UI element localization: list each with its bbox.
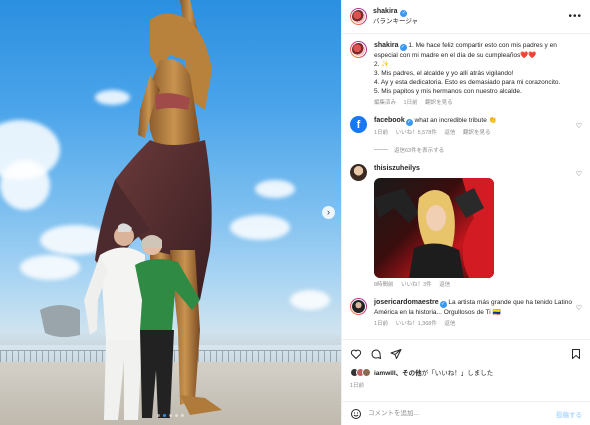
commenter-avatar[interactable] [350,164,367,181]
reply-button[interactable]: 返信 [444,321,455,327]
post-header: shakira ✓ バランキージャ ••• [342,0,590,34]
comment-input[interactable] [368,410,556,417]
post-comment-button[interactable]: 投稿する [556,409,582,419]
comment-time: 8時間前 [374,282,394,288]
more-options-icon[interactable]: ••• [568,11,582,22]
reply-button[interactable]: 返信 [444,130,455,136]
post-location[interactable]: バランキージャ [373,17,418,26]
post-side-panel: shakira ✓ バランキージャ ••• shakira ✓ 1. Me hac… [341,0,590,425]
comments-list[interactable]: shakira ✓ 1. Me hace feliz compartir esto… [342,34,590,339]
comment-username[interactable]: facebook [374,117,405,124]
verified-icon: ✓ [399,44,407,51]
bookmark-icon[interactable] [570,348,582,360]
see-translation-link[interactable]: 翻訳を見る [425,100,453,106]
caption-line: 5. Mis papitos y mis hermanos con nuestr… [374,88,522,95]
comment-likes[interactable]: いいね！3件 [401,282,432,288]
reply-button[interactable]: 返信 [439,282,450,288]
like-comment-icon[interactable]: ♡ [572,298,582,329]
post-image[interactable]: › [0,0,341,425]
comment-time: 1日前 [374,321,389,327]
like-comment-icon[interactable]: ♡ [572,116,582,138]
heart-icon[interactable] [350,348,362,360]
carousel-dot [169,414,172,417]
people-illustration [84,223,200,420]
comment-likes[interactable]: いいね！1,368件 [396,321,437,327]
comment-icon[interactable] [370,348,382,360]
caption-time: 1日前 [403,100,418,106]
next-image-button[interactable]: › [322,206,335,219]
caption: shakira ✓ 1. Me hace feliz compartir esto… [350,41,582,108]
gif-illustration [374,178,494,278]
carousel-dot [175,414,178,417]
liker-avatar[interactable] [362,367,371,377]
caption-line: 2. ✨ [374,61,390,68]
like-comment-icon[interactable]: ♡ [572,164,582,290]
author-avatar[interactable] [350,8,367,25]
carousel-dot [181,414,184,417]
carousel-dot-active [163,414,166,417]
comment: josericardomaestre ✓ La artista más grand… [350,298,582,329]
carousel-dots [0,414,341,417]
caption-username[interactable]: shakira [374,42,399,49]
verified-icon: ✓ [439,301,447,308]
comment-username[interactable]: josericardomaestre [374,299,439,306]
carousel-dot [157,414,160,417]
edited-label: 編集済み [374,100,397,106]
liked-by-link[interactable]: iamwill、その他 [374,370,422,377]
likes-summary: iamwill、その他が「いいね！」しました [350,367,582,377]
post-actions: iamwill、その他が「いいね！」しました 1日前 [342,339,590,389]
caption-avatar[interactable] [350,41,367,58]
view-replies-button[interactable]: 返信63件を表示する [374,146,582,154]
caption-line: 4. Ay y esta dedicatoria. Esto es demasi… [374,79,561,86]
verified-icon: ✓ [405,119,413,126]
emoji-icon[interactable] [350,408,362,420]
author-username[interactable]: shakira [373,8,398,15]
comment: thisiszuheilys 8時間前 いいね！3件 返信 ♡ [350,164,582,290]
facebook-logo-icon[interactable]: f [350,116,367,133]
comment-username[interactable]: thisiszuheilys [374,165,420,172]
verified-icon: ✓ [400,10,408,17]
see-translation-link[interactable]: 翻訳を見る [463,130,491,136]
share-icon[interactable] [390,348,402,360]
post-date: 1日前 [350,383,365,389]
liked-by-suffix: が「いいね！」しました [421,370,494,377]
commenter-avatar[interactable] [350,298,367,315]
comment-likes[interactable]: いいね！5,578件 [396,130,437,136]
comment-time: 1日前 [374,130,389,136]
comment-text: what an incredible tribute 👏 [414,117,497,124]
caption-line: 3. Mis padres, el alcalde y yo allí atrá… [374,70,514,77]
comment-gif-image[interactable] [374,178,494,278]
comment-composer: 投稿する [342,401,590,425]
comment: f facebook ✓ what an incredible tribute 👏… [350,116,582,138]
